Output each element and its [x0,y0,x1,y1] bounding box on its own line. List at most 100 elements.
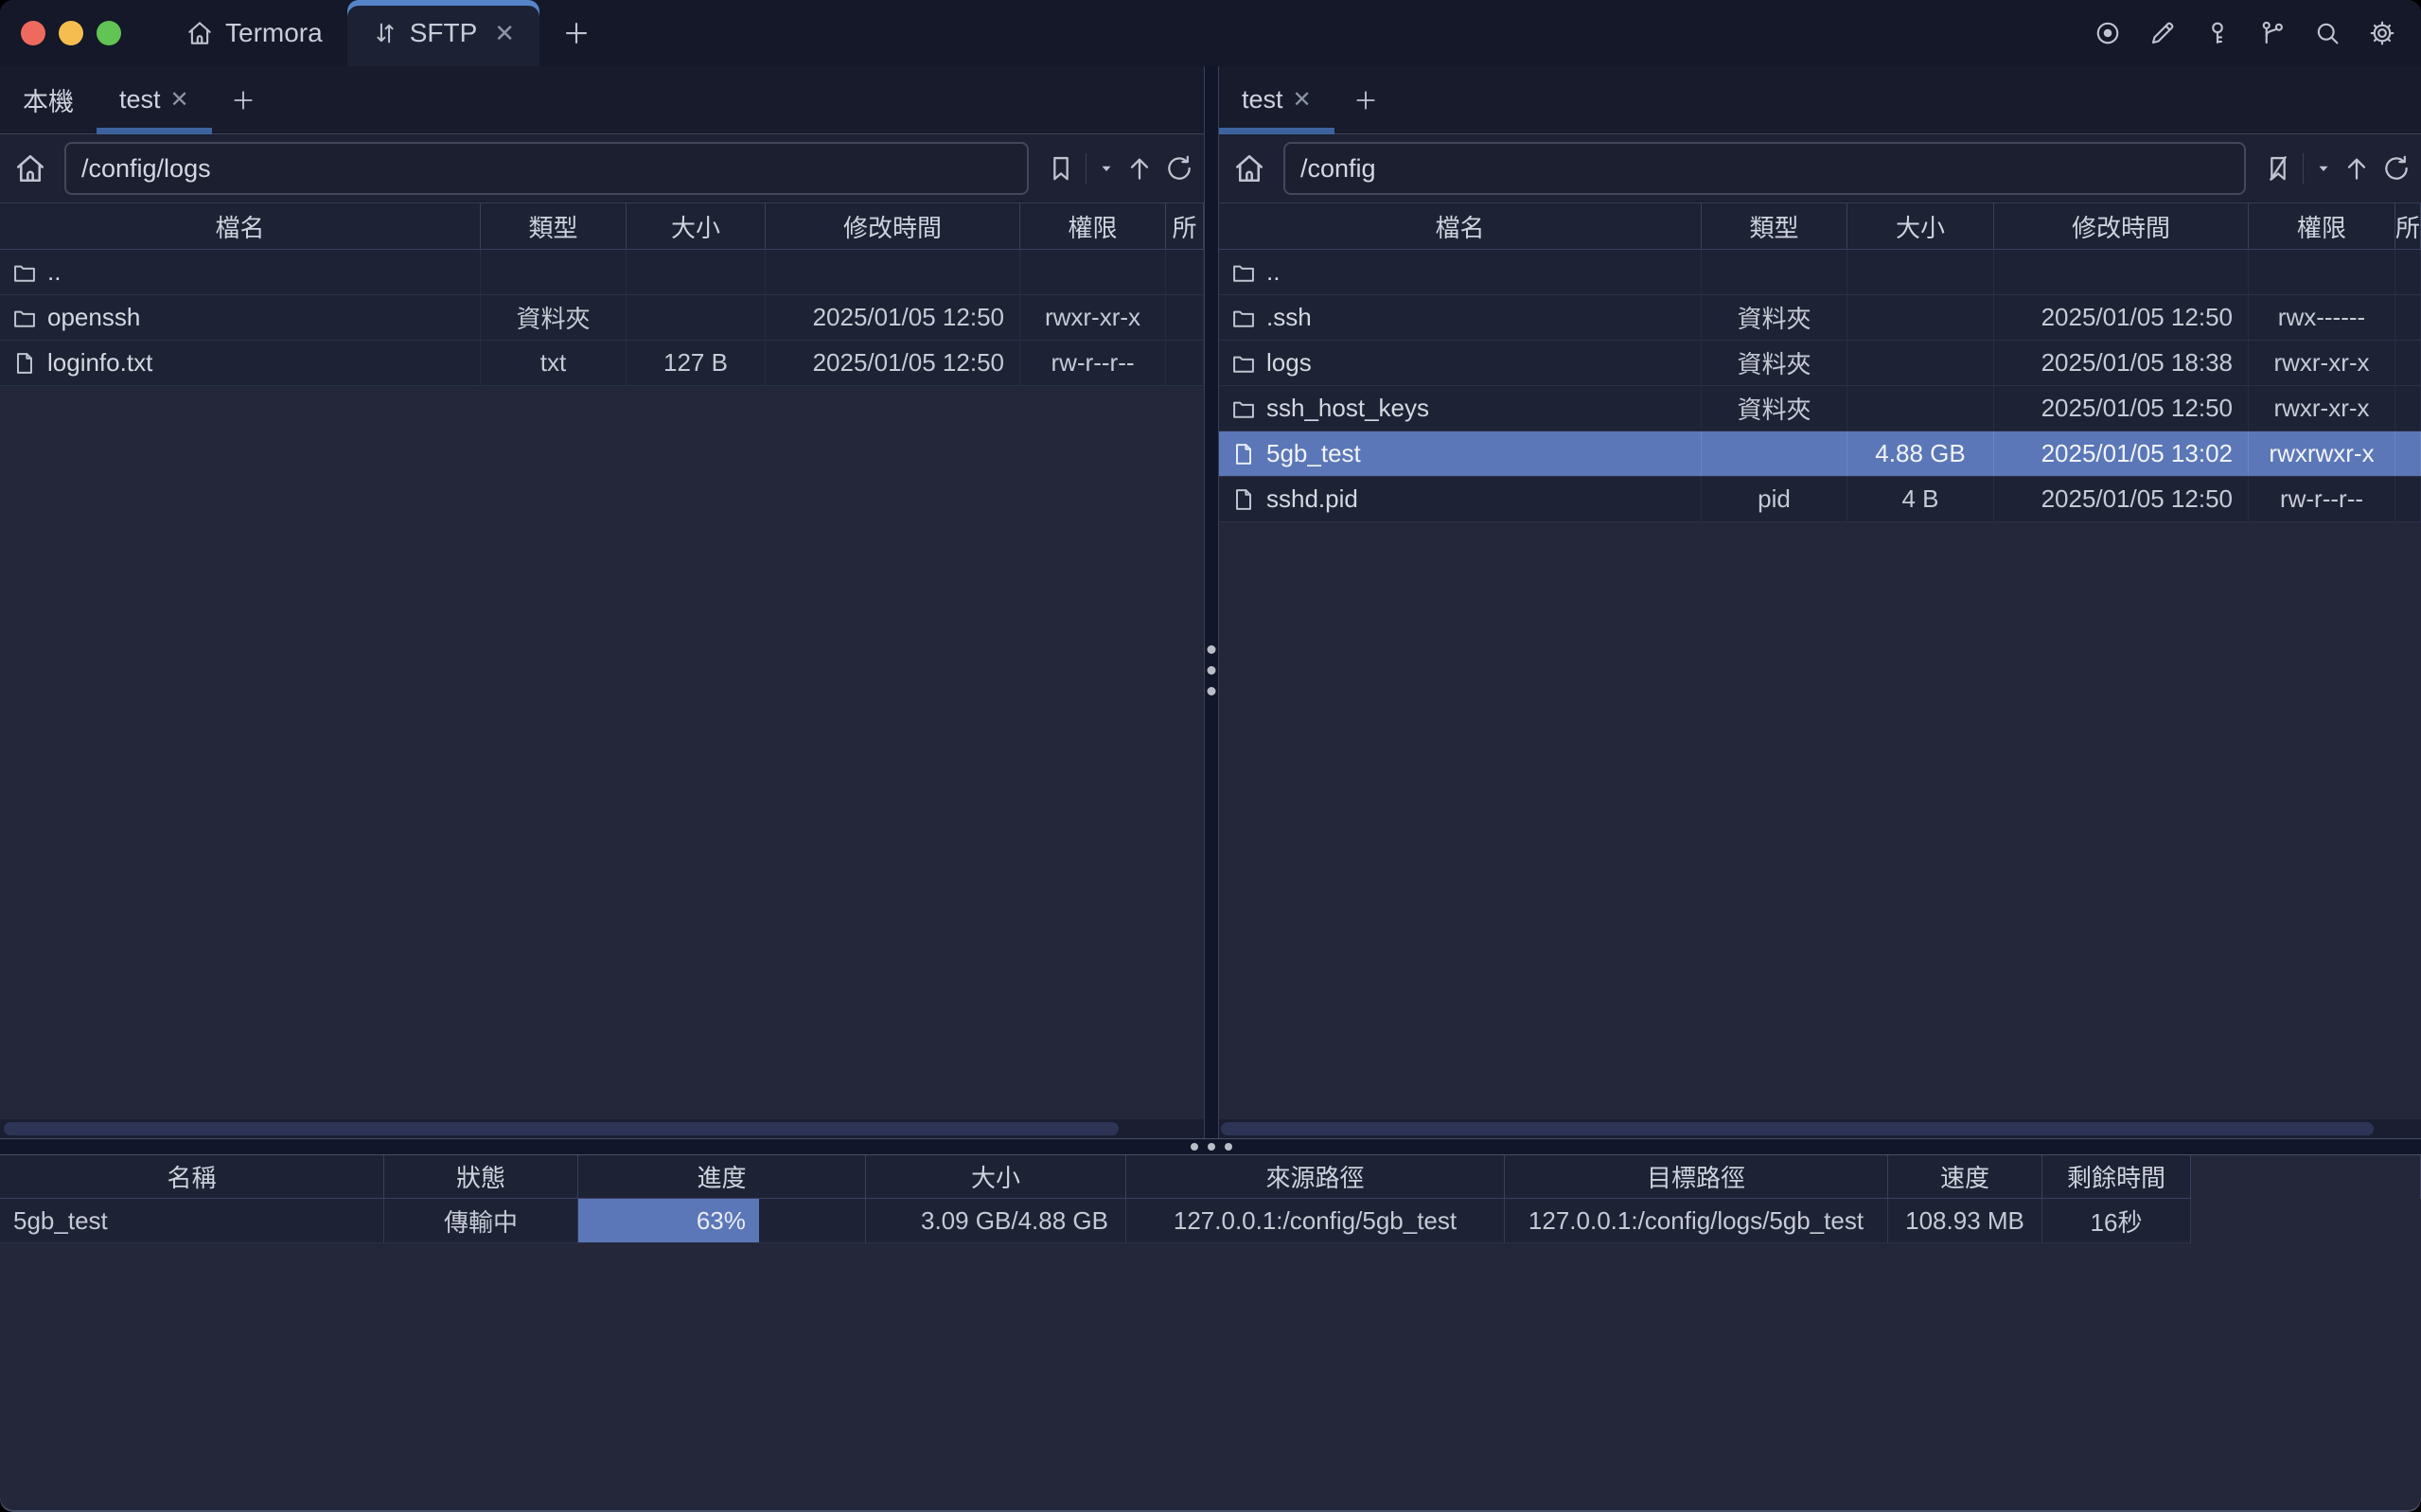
bookmark-icon[interactable] [1046,153,1076,184]
transfer-column-header-name[interactable]: 名稱 [0,1155,384,1199]
file-row[interactable]: openssh資料夾2025/01/05 12:50rwxr-xr-x [0,295,1204,341]
column-header-modified[interactable]: 修改時間 [1994,203,2249,249]
bookmark-remove-icon[interactable] [2263,153,2293,184]
file-row[interactable]: .. [1219,250,2421,295]
transfer-column-header-target[interactable]: 目標路徑 [1505,1155,1888,1199]
transfer-column-header-speed[interactable]: 速度 [1888,1155,2042,1199]
file-row[interactable]: .. [0,250,1204,295]
file-type-cell: 資料夾 [1702,386,1847,431]
home-directory-icon[interactable] [13,151,47,185]
record-icon[interactable] [2094,19,2122,47]
file-perm-cell [1020,250,1166,294]
column-header-modified[interactable]: 修改時間 [766,203,1020,249]
file-row[interactable]: sshd.pidpid4 B2025/01/05 12:50rw-r--r-- [1219,477,2421,522]
close-window-button[interactable] [21,21,45,45]
panel-splitter[interactable] [1204,66,1219,1138]
close-tab-icon[interactable]: ✕ [170,86,189,114]
file-row[interactable]: 5gb_test4.88 GB2025/01/05 13:02rwxrwxr-x [1219,431,2421,477]
file-type-cell: 資料夾 [1702,341,1847,385]
right-path-input[interactable] [1285,154,2244,184]
column-header-perm[interactable]: 權限 [1020,203,1166,249]
tab-sftp[interactable]: SFTP ✕ [347,0,539,66]
file-name-cell: .. [0,250,481,294]
file-row[interactable]: ssh_host_keys資料夾2025/01/05 12:50rwxr-xr-… [1219,386,2421,431]
file-owner-cell [2395,250,2421,294]
file-size-cell: 127 B [627,341,766,385]
tab-termora[interactable]: Termora [161,0,347,66]
file-owner-cell [1166,250,1204,294]
chevron-down-icon[interactable] [1098,160,1115,177]
splitter-grip-icon [1191,1143,1232,1151]
file-modified-cell: 2025/01/05 12:50 [1994,295,2249,340]
file-row[interactable]: .ssh資料夾2025/01/05 12:50rwx------ [1219,295,2421,341]
column-header-name[interactable]: 檔名 [1219,203,1702,249]
file-name: .. [1266,257,1280,287]
file-name: .. [47,257,61,287]
column-header-size[interactable]: 大小 [1847,203,1994,249]
minimize-window-button[interactable] [59,21,83,45]
add-panel-tab-button[interactable] [1334,66,1397,133]
left-hscrollbar-thumb[interactable] [4,1122,1119,1135]
transfer-column-header-progress[interactable]: 進度 [578,1155,866,1199]
file-row[interactable]: loginfo.txttxt127 B2025/01/05 12:50rw-r-… [0,341,1204,386]
folder-icon [1230,350,1257,377]
file-size-cell: 4.88 GB [1847,431,1994,476]
left-panel-tabs: 本機 test ✕ [0,66,1204,134]
column-header-owner[interactable]: 所 [1166,203,1204,249]
add-panel-tab-button[interactable] [212,66,274,133]
tab-test-left[interactable]: test ✕ [97,66,212,133]
file-size-cell [1847,341,1994,385]
column-header-owner[interactable]: 所 [2395,203,2421,249]
app-window: Termora SFTP ✕ [0,0,2421,1512]
transfer-column-header-remaining[interactable]: 剩餘時間 [2042,1155,2191,1199]
remote-file-table: 檔名類型大小修改時間權限所.. .ssh資料夾2025/01/05 12:50rw… [1219,203,2421,522]
transfer-splitter[interactable] [0,1138,2421,1155]
progress-percent-label: 63% [697,1206,759,1236]
file-table-header: 檔名類型大小修改時間權限所 [1219,203,2421,250]
search-icon[interactable] [2313,19,2341,47]
refresh-icon[interactable] [2381,153,2412,184]
left-hscrollbar [0,1119,1204,1138]
folder-icon [1230,396,1257,422]
column-header-size[interactable]: 大小 [627,203,766,249]
tab-test-right[interactable]: test ✕ [1219,66,1334,133]
close-tab-icon[interactable]: ✕ [494,19,515,48]
parent-directory-icon[interactable] [2341,153,2372,184]
column-header-type[interactable]: 類型 [1702,203,1847,249]
transfer-header-spacer [2191,1155,2421,1199]
transfer-name-cell: 5gb_test [0,1199,384,1243]
edit-icon[interactable] [2148,19,2177,47]
refresh-icon[interactable] [1164,153,1194,184]
file-row[interactable]: logs資料夾2025/01/05 18:38rwxr-xr-x [1219,341,2421,386]
file-name: 5gb_test [1266,439,1361,468]
transfer-row[interactable]: 5gb_test傳輸中63%3.09 GB/4.88 GB127.0.0.1:/… [0,1199,2421,1243]
new-window-tab-button[interactable] [539,0,613,66]
transfer-column-header-size[interactable]: 大小 [866,1155,1126,1199]
file-name-cell: openssh [0,295,481,340]
file-size-cell: 4 B [1847,477,1994,521]
column-header-type[interactable]: 類型 [481,203,627,249]
transfer-column-header-source[interactable]: 來源路徑 [1126,1155,1505,1199]
transfer-size-cell: 3.09 GB/4.88 GB [866,1199,1126,1243]
chevron-down-icon[interactable] [2315,160,2332,177]
settings-icon[interactable] [2368,19,2396,47]
zoom-window-button[interactable] [97,21,121,45]
branch-icon[interactable] [2258,19,2287,47]
right-hscrollbar [1219,1119,2421,1138]
tab-local[interactable]: 本機 [0,66,97,133]
close-tab-icon[interactable]: ✕ [1293,86,1312,114]
tab-local-label: 本機 [23,81,74,118]
left-path-input[interactable] [66,154,1027,184]
parent-directory-icon[interactable] [1124,153,1155,184]
column-header-perm[interactable]: 權限 [2249,203,2395,249]
file-name-cell: ssh_host_keys [1219,386,1702,431]
key-icon[interactable] [2203,19,2232,47]
file-owner-cell [2395,341,2421,385]
right-hscrollbar-thumb[interactable] [1221,1122,2374,1135]
transfer-column-header-status[interactable]: 狀態 [384,1155,578,1199]
file-icon [11,350,38,377]
home-directory-icon[interactable] [1232,151,1266,185]
column-header-name[interactable]: 檔名 [0,203,481,249]
file-modified-cell: 2025/01/05 12:50 [1994,477,2249,521]
transfer-row-spacer [2191,1199,2421,1243]
